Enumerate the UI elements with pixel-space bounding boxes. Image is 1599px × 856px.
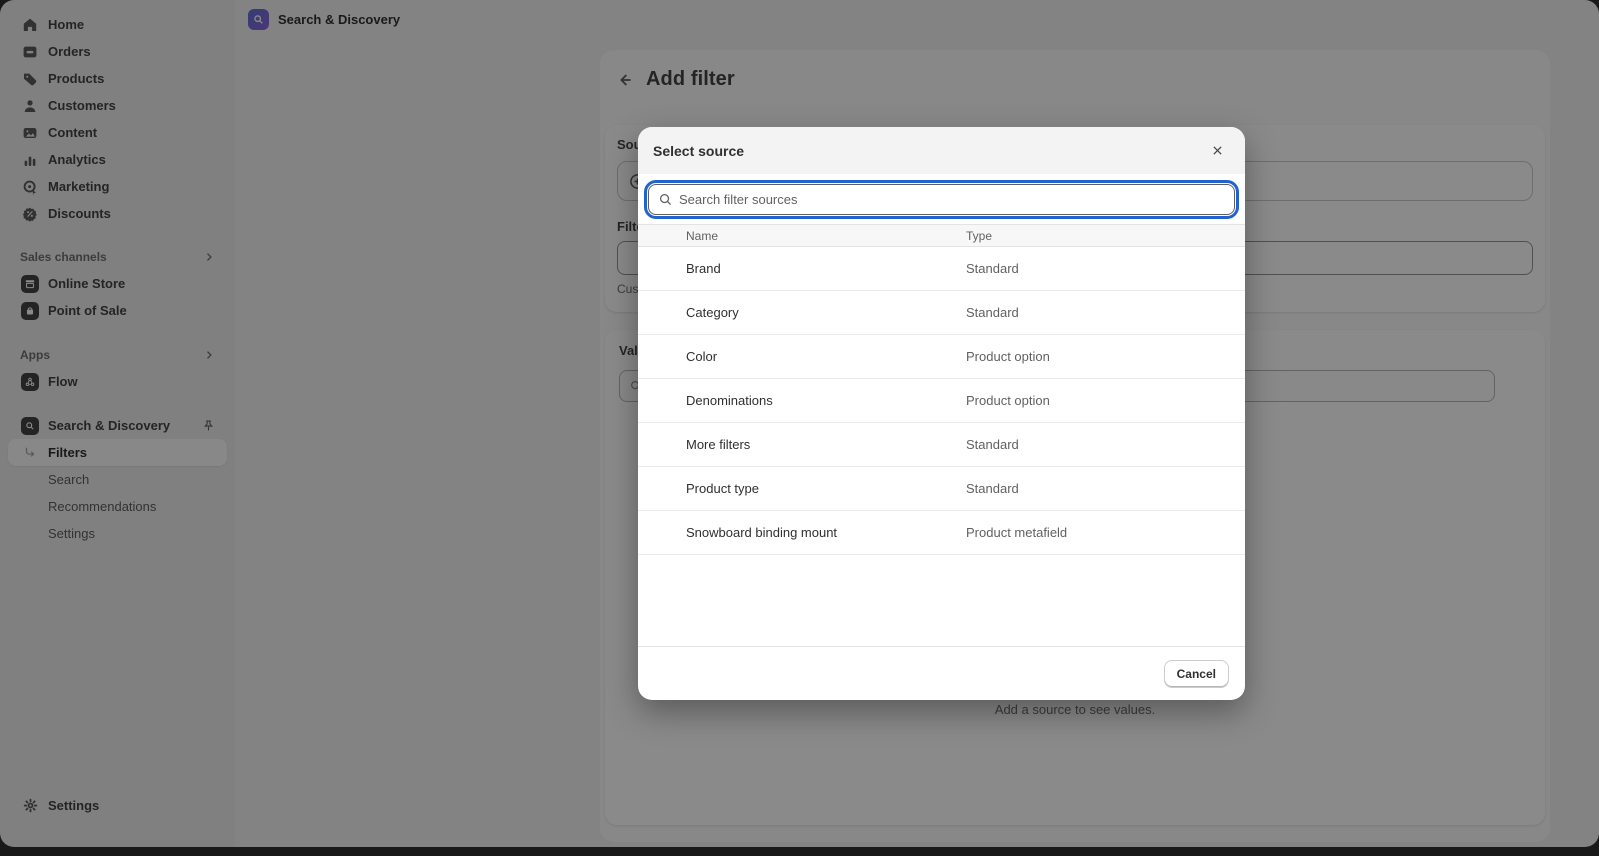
- search-filter-sources-input[interactable]: [679, 192, 1225, 207]
- filter-sources-search[interactable]: [648, 184, 1235, 215]
- modal-header: Select source: [638, 127, 1245, 174]
- table-header: Name Type: [638, 224, 1245, 247]
- modal-footer: Cancel: [638, 646, 1245, 700]
- column-header-type: Type: [966, 229, 1245, 243]
- modal-title: Select source: [653, 143, 744, 159]
- select-source-modal: Select source Name Type Brand Standard C…: [638, 127, 1245, 700]
- table-row-denominations[interactable]: Denominations Product option: [638, 379, 1245, 423]
- table-row-brand[interactable]: Brand Standard: [638, 247, 1245, 291]
- cancel-button[interactable]: Cancel: [1164, 660, 1229, 688]
- table-row-product-type[interactable]: Product type Standard: [638, 467, 1245, 511]
- close-icon[interactable]: [1204, 138, 1230, 164]
- table-row-color[interactable]: Color Product option: [638, 335, 1245, 379]
- modal-search-row: [638, 174, 1245, 224]
- table-row-more-filters[interactable]: More filters Standard: [638, 423, 1245, 467]
- table-row-snowboard-binding-mount[interactable]: Snowboard binding mount Product metafiel…: [638, 511, 1245, 555]
- table-row-category[interactable]: Category Standard: [638, 291, 1245, 335]
- column-header-name: Name: [638, 229, 966, 243]
- search-icon: [658, 192, 673, 207]
